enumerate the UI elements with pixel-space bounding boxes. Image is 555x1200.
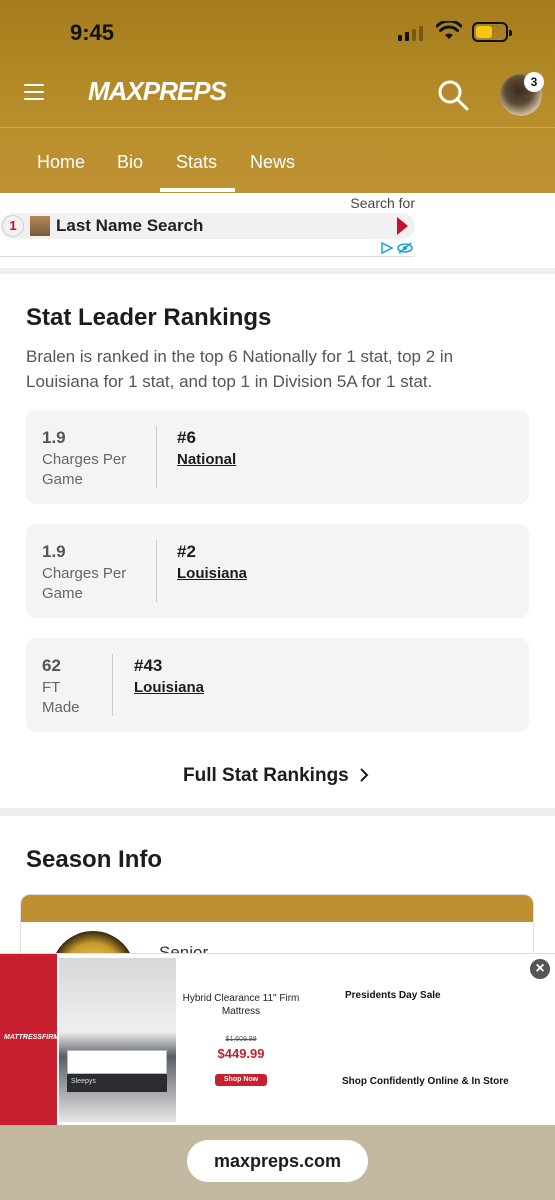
search-icon[interactable] — [436, 78, 470, 112]
season-header-bar — [21, 895, 533, 922]
stat-leader-title: Stat Leader Rankings — [26, 304, 272, 331]
tab-bio[interactable]: Bio — [117, 152, 143, 173]
ranking-divider — [156, 426, 157, 488]
ranking-label: Charges Per Game — [42, 451, 127, 488]
full-stat-rankings-label: Full Stat Rankings — [183, 765, 349, 786]
cellular-signal-icon — [398, 26, 423, 41]
mattress-image-tag: Sleepys — [71, 1078, 96, 1085]
ranking-number: #2 — [177, 542, 196, 561]
ranking-area-link[interactable]: National — [177, 451, 236, 468]
ad-arrow-icon[interactable] — [397, 217, 408, 235]
adchoices-icon[interactable] — [380, 241, 414, 255]
ranking-value: 1.9 — [42, 542, 66, 561]
ranking-number: #43 — [134, 656, 163, 675]
app-header: 9:45 MAXPREPS 3 Home Bio Stats News — [0, 0, 555, 193]
notification-badge: 3 — [524, 72, 544, 92]
bottom-ad[interactable]: MATTRESSFIRM Sleepys Hybrid Clearance 11… — [0, 953, 555, 1126]
stat-leader-description: Bralen is ranked in the top 6 Nationally… — [26, 347, 454, 391]
ad-product-name: Hybrid Clearance 11" Firm Mattress — [182, 993, 300, 1017]
stat-leader-card: Stat Leader Rankings Bralen is ranked in… — [0, 274, 555, 808]
shop-now-button[interactable]: Shop Now — [215, 1074, 267, 1086]
season-info-title: Season Info — [26, 846, 163, 873]
ad-old-price: $1,609.99 — [225, 1036, 257, 1043]
maxpreps-logo[interactable]: MAXPREPS — [88, 76, 227, 107]
ranking-value: 1.9 — [42, 428, 66, 447]
hamburger-menu-icon[interactable] — [24, 84, 44, 100]
ad-divider — [0, 256, 415, 257]
ad-promo-text: Presidents Day Sale — [345, 990, 441, 1001]
ad-tagline: Shop Confidently Online & In Store — [342, 1076, 509, 1087]
mattress-firm-logo: MATTRESSFIRM — [4, 1034, 60, 1041]
ranking-value: 62 — [42, 656, 61, 675]
browser-bar: maxpreps.com — [0, 1125, 555, 1200]
ranking-label: FT Made — [42, 679, 80, 716]
mattress-image: Sleepys — [59, 958, 176, 1122]
ranking-card[interactable]: 1.9 Charges Per Game #6 National — [26, 410, 529, 504]
tab-news[interactable]: News — [250, 152, 295, 173]
ad-thumbnail — [30, 216, 50, 236]
chevron-right-icon — [360, 768, 369, 782]
ranking-label: Charges Per Game — [42, 565, 127, 602]
close-icon[interactable]: × — [528, 957, 552, 981]
url-bar[interactable]: maxpreps.com — [187, 1140, 368, 1182]
ad-title-link[interactable]: Last Name Search — [56, 216, 203, 236]
ranking-number: #6 — [177, 428, 196, 447]
tab-home[interactable]: Home — [37, 152, 85, 173]
mattress-firm-brand-strip: MATTRESSFIRM — [0, 954, 60, 1126]
tab-bar: Home Bio Stats News — [0, 128, 555, 193]
battery-icon — [472, 22, 512, 42]
ad-number-badge: 1 — [2, 215, 24, 237]
ranking-divider — [112, 654, 113, 716]
ad-search-for-text: Search for — [350, 195, 415, 211]
full-stat-rankings-link[interactable]: Full Stat Rankings — [183, 765, 370, 787]
ranking-area-link[interactable]: Louisiana — [134, 679, 204, 696]
ranking-card[interactable]: 62 FT Made #43 Louisiana — [26, 638, 529, 732]
wifi-icon — [436, 21, 462, 39]
ad-price: $449.99 — [217, 1046, 265, 1061]
ranking-area-link[interactable]: Louisiana — [177, 565, 247, 582]
ranking-card[interactable]: 1.9 Charges Per Game #2 Louisiana — [26, 524, 529, 618]
status-time: 9:45 — [70, 20, 115, 45]
active-tab-indicator — [160, 188, 235, 192]
tab-stats[interactable]: Stats — [176, 152, 217, 173]
ranking-divider — [156, 540, 157, 602]
